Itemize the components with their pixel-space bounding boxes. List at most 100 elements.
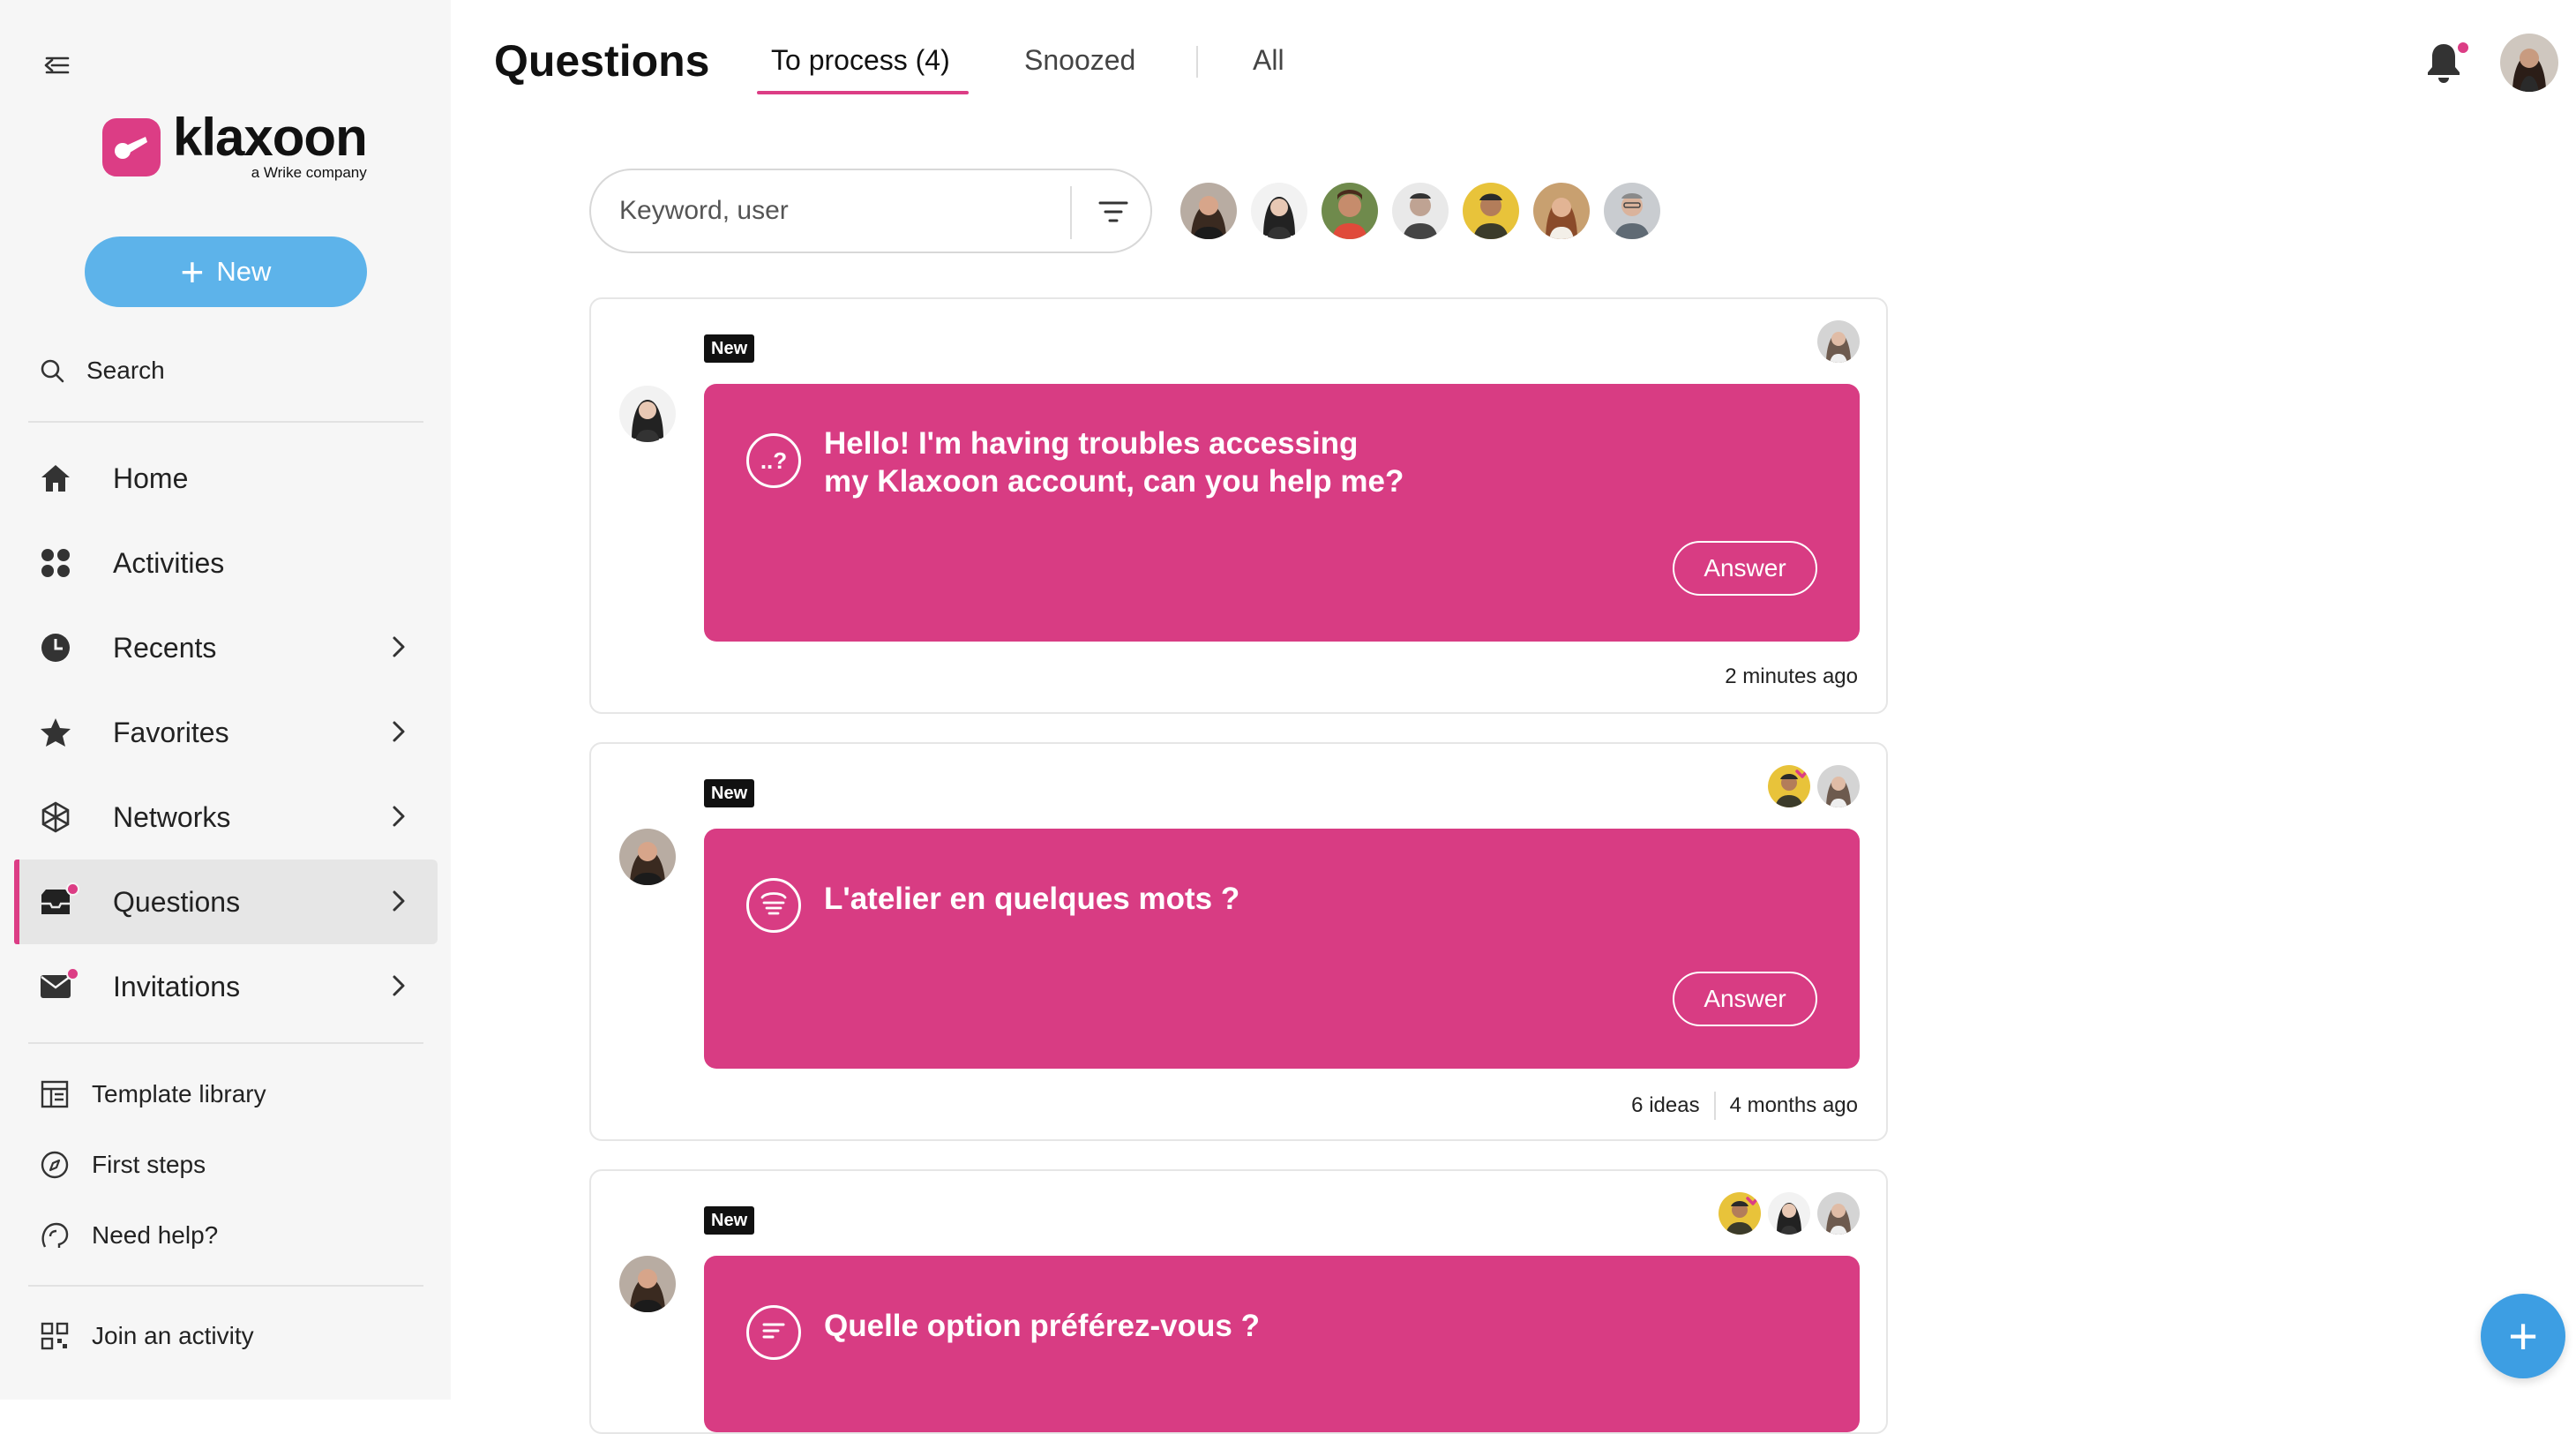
star-icon: [41, 718, 71, 747]
question-box: L'atelier en quelques mots ? Answer: [704, 829, 1860, 1069]
template-library-label: Template library: [92, 1080, 266, 1107]
answer-button[interactable]: Answer: [1673, 541, 1817, 596]
participant-avatar[interactable]: [1392, 183, 1449, 239]
sidebar-item-label: Networks: [113, 800, 231, 833]
timestamp: 2 minutes ago: [1725, 664, 1858, 688]
home-icon: [41, 465, 70, 492]
timestamp: 4 months ago: [1729, 1093, 1858, 1117]
search-icon: [41, 359, 64, 383]
question-card[interactable]: New Quelle option préférez-vous ?: [589, 1169, 1888, 1434]
participant-avatar: [1817, 1192, 1860, 1235]
search-label: Search: [86, 357, 165, 384]
card-participants: [1810, 320, 1860, 363]
add-fab-button[interactable]: +: [2481, 1294, 2565, 1378]
new-button[interactable]: + New: [85, 236, 367, 307]
tab-to-process[interactable]: To process (4): [771, 44, 950, 77]
search-input[interactable]: [618, 195, 1045, 227]
search-field: [589, 169, 1152, 253]
chevron-right-icon: [393, 890, 405, 912]
sidebar-item-first-steps[interactable]: First steps: [39, 1143, 206, 1187]
sidebar-item-label: Recents: [113, 631, 217, 664]
ideas-count: 6 ideas: [1631, 1093, 1700, 1117]
tab-snoozed[interactable]: Snoozed: [1024, 44, 1135, 77]
check-icon: [1795, 765, 1810, 778]
join-activity-label: Join an activity: [92, 1322, 254, 1349]
sidebar-search[interactable]: Search: [39, 349, 165, 393]
participant-avatar[interactable]: [1251, 183, 1307, 239]
poll-icon: [746, 1305, 801, 1360]
search-divider: [1070, 186, 1072, 239]
sidebar-item-invitations[interactable]: Invitations: [14, 944, 438, 1029]
first-steps-label: First steps: [92, 1151, 206, 1178]
card-meta: 6 ideas 4 months ago: [1631, 1092, 1858, 1120]
chevron-right-icon: [393, 636, 405, 657]
participant-avatar[interactable]: [1180, 183, 1237, 239]
sidebar-item-label: Activities: [113, 546, 225, 579]
sidebar-item-label: Favorites: [113, 716, 229, 748]
sidebar-item-need-help[interactable]: Need help?: [39, 1213, 218, 1258]
participant-avatar: [1817, 765, 1860, 807]
help-icon: [41, 1222, 69, 1248]
participant-avatar[interactable]: [1533, 183, 1590, 239]
sidebar-item-label: Invitations: [113, 970, 241, 1002]
sidebar-item-recents[interactable]: Recents: [14, 605, 438, 690]
question-card[interactable]: New ..? Hello! I'm having troubles acces…: [589, 297, 1888, 714]
question-text: Quelle option préférez-vous ?: [824, 1309, 1260, 1343]
new-badge: New: [704, 334, 755, 363]
participant-avatar[interactable]: [1604, 183, 1660, 239]
activities-icon: [41, 549, 70, 577]
new-badge: New: [704, 779, 755, 807]
notification-dot: [2456, 41, 2470, 55]
card-participants: [1761, 765, 1860, 807]
participant-avatar: [1719, 1192, 1761, 1235]
new-button-label: New: [216, 256, 272, 287]
question-text: Hello! I'm having troubles accessing my …: [824, 426, 1404, 499]
participant-avatar: [1817, 320, 1860, 363]
card-meta: 2 minutes ago: [1725, 664, 1858, 689]
need-help-label: Need help?: [92, 1221, 219, 1249]
check-icon: [1746, 1192, 1761, 1205]
compass-icon: [41, 1151, 69, 1179]
klaxoon-logo[interactable]: klaxoon a Wrike company: [102, 111, 368, 182]
question-box: Quelle option préférez-vous ?: [704, 1256, 1860, 1432]
card-participants: [1711, 1192, 1860, 1235]
chevron-right-icon: [393, 721, 405, 742]
question-mark-icon: ..?: [746, 433, 801, 488]
sidebar-item-label: Home: [113, 462, 189, 494]
filter-icon: [1098, 201, 1128, 222]
question-card[interactable]: New L'atelier en quelques mots ? Answer …: [589, 742, 1888, 1141]
sidebar-item-home[interactable]: Home: [14, 436, 438, 521]
sidebar-item-activities[interactable]: Activities: [14, 521, 438, 605]
sidebar-item-questions[interactable]: Questions: [14, 860, 438, 944]
tab-divider: [1196, 46, 1198, 78]
join-activity-link[interactable]: Join an activity: [39, 1314, 254, 1358]
sidebar: klaxoon a Wrike company + New Search Hom…: [0, 0, 451, 1400]
page-title: Questions: [494, 36, 710, 86]
tab-all[interactable]: All: [1253, 44, 1284, 77]
logo-mark-icon: [102, 118, 161, 176]
logo-tagline: a Wrike company: [251, 164, 367, 181]
participant-avatar[interactable]: [1463, 183, 1519, 239]
user-avatar[interactable]: [2500, 34, 2558, 92]
clock-icon: [41, 634, 70, 662]
sidebar-item-favorites[interactable]: Favorites: [14, 690, 438, 775]
template-icon: [41, 1080, 69, 1108]
sidebar-item-networks[interactable]: Networks: [14, 775, 438, 860]
filter-button[interactable]: [1091, 190, 1135, 234]
participant-filter-avatars: [1180, 183, 1674, 239]
sidebar-divider: [28, 1042, 423, 1044]
notification-dot: [66, 882, 79, 896]
sidebar-divider: [28, 421, 423, 423]
network-icon: [41, 801, 70, 833]
sidebar-item-label: Questions: [113, 885, 241, 918]
answer-button[interactable]: Answer: [1673, 972, 1817, 1026]
plus-icon: +: [2508, 1307, 2538, 1365]
participant-avatar: [1768, 765, 1810, 807]
sidebar-item-template-library[interactable]: Template library: [39, 1072, 266, 1116]
collapse-sidebar-button[interactable]: [39, 48, 74, 83]
author-avatar: [619, 1256, 676, 1312]
participant-avatar[interactable]: [1322, 183, 1378, 239]
new-badge: New: [704, 1206, 755, 1235]
meta-divider: [1713, 1092, 1716, 1120]
collapse-icon: [44, 56, 70, 74]
